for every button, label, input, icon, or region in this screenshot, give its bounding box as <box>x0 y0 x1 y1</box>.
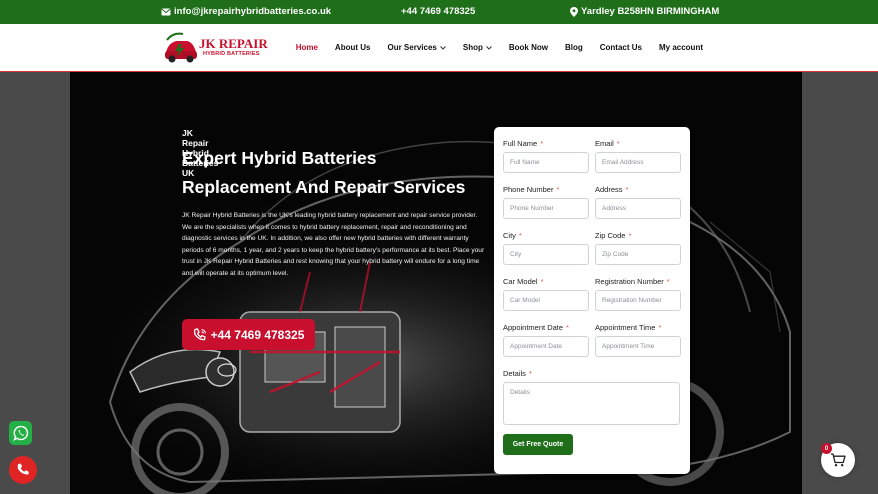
details-textarea[interactable]: Details <box>503 382 680 425</box>
car-model-field[interactable]: Car Model <box>503 290 589 311</box>
appointment-date-field[interactable]: Appointment Date <box>503 336 589 357</box>
hybrid-car-xray-illustration <box>70 140 791 494</box>
nav-book-now[interactable]: Book Now <box>509 43 548 52</box>
chevron-down-icon <box>440 45 446 50</box>
nav-my-account-label: My account <box>658 43 703 52</box>
topbar-address: Yardley B258HN BIRMINGHAM <box>570 6 719 17</box>
phone-icon <box>17 463 29 475</box>
cart-count-badge: 0 <box>821 443 832 454</box>
details-label: Details * <box>503 369 532 378</box>
zip-code-field[interactable]: Zip Code <box>595 244 681 265</box>
email-field[interactable]: Email Address <box>595 152 681 173</box>
call-now-label: +44 7469 478325 <box>210 327 305 342</box>
nav-book-now-label: Book Now <box>508 43 548 52</box>
nav-blog[interactable]: Blog <box>565 43 583 52</box>
topbar-phone-text: +44 7469 478325 <box>401 6 476 17</box>
full-name-label: Full Name * <box>503 139 544 148</box>
appointment-date-label: Appointment Date * <box>503 323 569 332</box>
site-header: JK REPAIR HYBRID BATTERIES Home About Us… <box>0 24 878 72</box>
chevron-down-icon <box>486 45 492 50</box>
topbar-phone[interactable]: +44 7469 478325 <box>401 6 475 17</box>
cart-icon <box>830 453 846 467</box>
nav-home-label: Home <box>295 43 318 52</box>
phone-number-field[interactable]: Phone Number <box>503 198 589 219</box>
phone-number-label: Phone Number * <box>503 185 560 194</box>
zip-code-label: Zip Code * <box>595 231 632 240</box>
main-nav: Home About Us Our Services Shop Book Now… <box>279 43 703 52</box>
hero-title-line1: Expert Hybrid Batteries <box>182 148 377 168</box>
appointment-time-label: Appointment Time * <box>595 323 662 332</box>
city-field[interactable]: City <box>503 244 589 265</box>
map-pin-icon <box>570 6 578 17</box>
nav-about-us[interactable]: About Us <box>335 43 371 52</box>
top-contact-bar: info@jkrepairhybridbatteries.co.uk +44 7… <box>0 0 878 24</box>
topbar-email[interactable]: info@jkrepairhybridbatteries.co.uk <box>161 6 331 17</box>
whatsapp-button[interactable] <box>9 421 32 445</box>
email-label: Email * <box>595 139 620 148</box>
phone-call-fab[interactable] <box>9 456 37 484</box>
envelope-icon <box>161 8 171 15</box>
appointment-time-field[interactable]: Appointment Time <box>595 336 681 357</box>
hero-paragraph: JK Repair Hybrid Batteries is the UK's l… <box>182 212 485 277</box>
get-free-quote-button[interactable]: Get Free Quote <box>503 434 573 455</box>
logo-car-icon <box>165 32 197 63</box>
registration-number-field[interactable]: Registration Number <box>595 290 681 311</box>
nav-our-services[interactable]: Our Services <box>387 43 446 52</box>
nav-shop[interactable]: Shop <box>463 43 492 52</box>
nav-blog-label: Blog <box>564 43 583 52</box>
nav-contact-us-label: Contact Us <box>599 43 642 52</box>
car-model-label: Car Model * <box>503 277 544 286</box>
hero-title-line2: Replacement And Repair Services <box>182 177 466 197</box>
whatsapp-icon <box>12 425 28 441</box>
hero-title: Expert Hybrid Batteries Replacement And … <box>182 144 492 202</box>
full-name-field[interactable]: Full Name <box>503 152 589 173</box>
registration-number-label: Registration Number * <box>595 277 670 286</box>
logo-text: JK REPAIR <box>199 36 268 51</box>
nav-home[interactable]: Home <box>296 43 318 52</box>
quote-form: Full Name * Full Name Email * Email Addres… <box>494 127 690 474</box>
phone-call-icon <box>193 327 206 340</box>
topbar-address-text: Yardley B258HN BIRMINGHAM <box>581 6 720 17</box>
nav-my-account[interactable]: My account <box>659 43 703 52</box>
hero-section: JK Repair Hybrid Batteries UK Expert Hyb… <box>70 72 802 494</box>
nav-shop-label: Shop <box>462 43 483 52</box>
site-logo[interactable]: JK REPAIR HYBRID BATTERIES <box>163 32 268 64</box>
nav-contact-us[interactable]: Contact Us <box>600 43 642 52</box>
address-field[interactable]: Address <box>595 198 681 219</box>
logo-subtext: HYBRID BATTERIES <box>203 51 260 57</box>
topbar-email-text: info@jkrepairhybridbatteries.co.uk <box>174 6 332 17</box>
address-label: Address * <box>595 185 629 194</box>
city-label: City * <box>503 231 522 240</box>
nav-about-us-label: About Us <box>334 43 371 52</box>
nav-our-services-label: Our Services <box>387 43 437 52</box>
call-now-button[interactable]: +44 7469 478325 <box>182 319 315 350</box>
